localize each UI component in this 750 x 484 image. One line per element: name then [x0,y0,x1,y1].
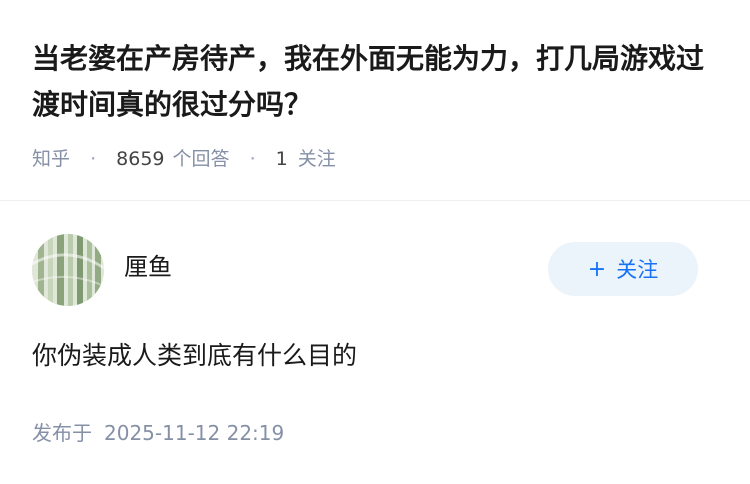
separator-dot: · [249,148,256,170]
follow-button[interactable]: + 关注 [548,242,698,296]
follow-button-label: 关注 [616,258,659,282]
answer-page: 当老婆在产房待产，我在外面无能为力，打几局游戏过渡时间真的很过分吗？ 知乎 · … [0,0,750,484]
publish-info: 发布于 2025-11-12 22:19 [32,418,284,448]
source-label: 知乎 [32,148,71,170]
avatar[interactable] [32,234,104,306]
separator-dot: · [90,148,97,170]
answer-count-label[interactable]: 个回答 [173,148,230,170]
publish-time: 2025-11-12 22:19 [104,421,285,445]
author-name[interactable]: 厘鱼 [124,250,172,284]
plus-icon: + [587,256,607,282]
follow-count[interactable]: 1 [276,148,288,170]
question-title[interactable]: 当老婆在产房待产，我在外面无能为力，打几局游戏过渡时间真的很过分吗？ [32,36,722,128]
answer-content[interactable]: 你伪装成人类到底有什么目的 [32,336,357,376]
follow-count-label[interactable]: 关注 [298,148,336,170]
answer-count[interactable]: 8659 [116,148,164,170]
avatar-image [32,234,104,306]
publish-label: 发布于 [32,421,92,445]
divider [0,200,750,201]
question-meta: 知乎 · 8659 个回答 · 1 关注 [32,144,336,174]
